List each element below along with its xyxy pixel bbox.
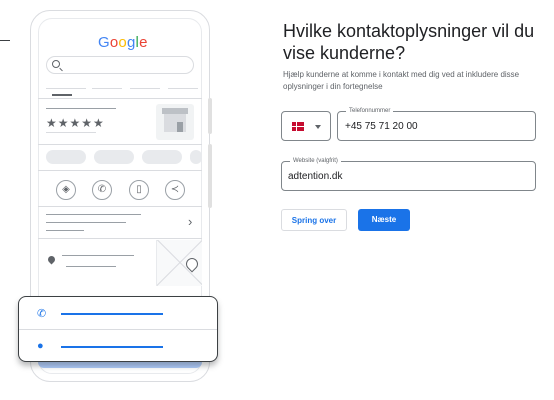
mock-text-line: [46, 222, 126, 223]
phone-field[interactable]: Telefonnummer +45 75 71 20 00: [337, 107, 536, 141]
phone-side-button: [208, 144, 212, 208]
globe-icon: ●: [37, 340, 44, 352]
skip-button[interactable]: Spring over: [281, 209, 347, 231]
mock-chip: [190, 150, 202, 164]
mock-tab: [168, 88, 198, 89]
mock-chip: [142, 150, 182, 164]
divider: [38, 206, 202, 207]
caret-down-icon: [315, 125, 321, 129]
mock-text-line: [46, 132, 96, 133]
phone-icon: ✆: [37, 308, 47, 320]
website-field-label: Website (valgfrit): [290, 157, 341, 166]
mock-text-line: [46, 108, 116, 109]
contact-phone-row: ✆: [19, 297, 217, 330]
google-logo-letter: o: [118, 34, 127, 51]
google-logo-letter: g: [126, 34, 136, 51]
google-logo-text: Google: [98, 34, 148, 51]
contact-phone-line: [61, 313, 163, 315]
search-icon: [52, 60, 60, 68]
divider: [38, 144, 202, 145]
phone-side-button: [208, 98, 212, 134]
mock-tab: [46, 88, 86, 89]
mock-text-line: [46, 230, 84, 231]
mock-tab: [130, 88, 160, 89]
store-icon: [162, 108, 188, 132]
divider: [38, 98, 202, 99]
mock-text-line: [46, 214, 141, 215]
contact-info-card: ✆ ●: [18, 296, 218, 362]
contact-website-row: ●: [19, 329, 217, 361]
contact-website-line: [61, 346, 163, 348]
phone-field-label: Telefonnummer: [346, 107, 394, 116]
website-field[interactable]: Website (valgfrit) adtention.dk: [281, 157, 536, 191]
denmark-flag-icon: [292, 122, 304, 131]
edge-bracket: [0, 40, 10, 41]
google-logo: Google: [98, 34, 148, 51]
directions-icon: ◈: [56, 180, 76, 200]
chevron-right-icon: ›: [188, 214, 193, 229]
mock-text-line: [62, 255, 134, 256]
country-selector[interactable]: [281, 111, 331, 141]
google-logo-letter: G: [98, 34, 110, 51]
mock-search-box: [46, 56, 194, 74]
mock-text-line: [66, 266, 116, 267]
phone-icon: ✆: [92, 180, 112, 200]
rating-stars: ★★★★★: [46, 116, 105, 130]
mock-tab-active: [52, 94, 72, 96]
website-field-value[interactable]: adtention.dk: [288, 171, 343, 182]
next-button[interactable]: Næste: [358, 209, 410, 231]
store-image: [156, 104, 194, 140]
mini-map: [156, 240, 202, 286]
phone-field-value[interactable]: +45 75 71 20 00: [345, 121, 418, 132]
page-title: Hvilke kontaktoplysninger vil du vise ku…: [283, 21, 535, 63]
bookmark-icon: ▯: [129, 180, 149, 200]
divider: [38, 170, 202, 171]
share-icon: ≺: [165, 180, 185, 200]
divider: [38, 238, 202, 239]
mock-tab: [92, 88, 122, 89]
google-logo-letter: e: [139, 34, 148, 51]
mock-chip: [46, 150, 86, 164]
page-description: Hjælp kunderne at komme i kontakt med di…: [283, 70, 520, 91]
mock-chip: [94, 150, 134, 164]
